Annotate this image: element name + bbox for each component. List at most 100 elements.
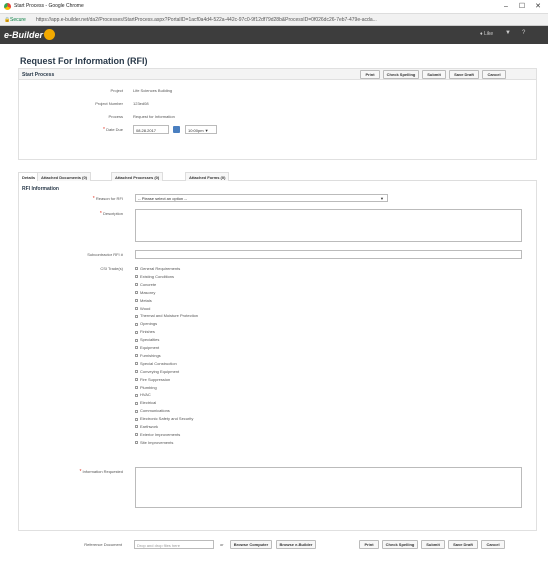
print-button-bottom[interactable]: Print [359,540,379,549]
lock-icon: 🔒 [4,17,11,23]
checkbox-icon[interactable] [135,322,138,326]
csi-trade-checkbox[interactable]: Electrical [135,400,156,405]
checkbox-icon[interactable] [135,433,138,437]
csi-trade-checkbox[interactable]: Plumbing [135,385,157,390]
csi-trade-checkbox[interactable]: Openings [135,321,157,326]
csi-trade-checkbox[interactable]: Fire Suppression [135,377,170,382]
csi-trade-checkbox[interactable]: Specialties [135,337,159,342]
url-text[interactable]: https://app.e-builder.net/da2/Processes/… [36,17,536,23]
chevron-down-icon: ▼ [380,196,384,201]
csi-trade-checkbox[interactable]: Furnishings [135,353,161,358]
browse-ebuilder-button[interactable]: Browse e-Builder [276,540,316,549]
checkbox-icon[interactable] [135,338,138,342]
csi-trade-checkbox[interactable]: Thermal and Moisture Protection [135,313,198,318]
save-draft-button[interactable]: Save Draft [449,70,479,79]
checkbox-icon[interactable] [135,417,138,421]
process-value: Request for Information [133,114,175,119]
subcontractor-input[interactable] [135,250,522,259]
tab-details[interactable]: Details [18,172,40,181]
checkbox-icon[interactable] [135,330,138,334]
drop-zone[interactable]: Drop and drop files here [134,540,214,549]
cancel-button-bottom[interactable]: Cancel [481,540,505,549]
help-icon[interactable]: ? [522,30,525,36]
csi-trade-checkbox[interactable]: Special Construction [135,361,177,366]
checkbox-icon[interactable] [135,346,138,350]
check-spelling-button[interactable]: Check Spelling [383,70,419,79]
app-logo[interactable]: e-Builder [4,30,43,40]
checkbox-icon[interactable] [135,314,138,318]
save-draft-button-bottom[interactable]: Save Draft [448,540,478,549]
csi-trade-checkbox[interactable]: Equipment [135,345,159,350]
csi-trade-checkbox[interactable]: Electronic Safety and Security [135,416,193,421]
info-requested-label: * Information Requested [49,469,123,475]
csi-trade-checkbox[interactable]: Earthwork [135,424,158,429]
like-button[interactable]: ♦ Like [480,31,493,37]
checkbox-icon[interactable] [135,378,138,382]
checkbox-icon[interactable] [135,362,138,366]
checkbox-icon[interactable] [135,401,138,405]
reason-select-value: -- Please select an option -- [138,196,187,201]
csi-trade-checkbox[interactable]: Existing Conditions [135,274,174,279]
csi-trade-checkbox[interactable]: Masonry [135,290,155,295]
page-content: Request For Information (RFI) Start Proc… [16,52,539,556]
rfi-title: RFI Information [22,186,59,192]
csi-label: CSI Trade(s) [100,266,123,271]
print-button[interactable]: Print [360,70,380,79]
csi-trade-checkbox[interactable]: Communications [135,408,170,413]
date-due-input[interactable]: 08.28.2017 [133,125,169,134]
checkbox-icon[interactable] [135,267,138,271]
checkbox-icon[interactable] [135,385,138,389]
csi-trade-checkbox[interactable]: Finishes [135,329,155,334]
reason-label: * Reason for RFI [49,196,123,202]
checkbox-icon[interactable] [135,441,138,445]
submit-button-bottom[interactable]: Submit [421,540,445,549]
csi-trade-label: Masonry [140,289,156,295]
checkbox-icon[interactable] [135,299,138,303]
csi-trade-checkbox[interactable]: General Requirements [135,266,180,271]
checkbox-icon[interactable] [135,409,138,413]
reason-label-text: Reason for RFI [95,196,123,201]
page-title: Request For Information (RFI) [20,56,148,66]
filter-icon[interactable]: ▼ [505,30,511,36]
logo-icon [44,29,55,40]
close-button[interactable]: ✕ [532,2,544,11]
csi-trade-label: Electrical [140,400,157,406]
csi-trade-checkbox[interactable]: Conveying Equipment [135,369,179,374]
checkbox-icon[interactable] [135,354,138,358]
required-marker: * [99,211,102,217]
checkbox-icon[interactable] [135,370,138,374]
csi-trade-label: Metals [140,297,152,303]
browse-computer-button[interactable]: Browse Computer [230,540,272,549]
info-requested-label-text: Information Requested [82,469,123,474]
checkbox-icon[interactable] [135,306,138,310]
csi-trade-checkbox[interactable]: Exterior Improvements [135,432,180,437]
checkbox-icon[interactable] [135,291,138,295]
tab-attached-documents[interactable]: Attached Documents (0) [37,172,92,181]
tab-attached-forms[interactable]: Attached Forms (0) [185,172,230,181]
time-select[interactable]: 10:00pm ▼ [185,125,217,134]
address-bar[interactable]: 🔒 Secure https://app.e-builder.net/da2/P… [0,14,548,26]
minimize-button[interactable]: – [500,2,512,11]
csi-trade-checkbox[interactable]: Concrete [135,282,156,287]
csi-trade-checkbox[interactable]: Site Improvements [135,440,173,445]
check-spelling-button-bottom[interactable]: Check Spelling [382,540,418,549]
description-textarea[interactable] [135,209,522,242]
checkbox-icon[interactable] [135,283,138,287]
maximize-button[interactable]: ☐ [516,2,528,11]
cancel-button[interactable]: Cancel [482,70,506,79]
submit-button[interactable]: Submit [422,70,446,79]
checkbox-icon[interactable] [135,425,138,429]
csi-trade-label: Concrete [140,281,157,287]
checkbox-icon[interactable] [135,393,138,397]
checkbox-icon[interactable] [135,275,138,279]
csi-trade-checkbox[interactable]: HVAC [135,392,151,397]
calendar-icon[interactable] [173,126,180,133]
tab-attached-processes[interactable]: Attached Processes (0) [111,172,164,181]
info-requested-textarea[interactable] [135,467,522,508]
csi-trade-label: Existing Conditions [140,273,175,279]
csi-trade-checkbox[interactable]: Wood [135,306,150,311]
reason-select[interactable]: -- Please select an option -- ▼ [135,194,388,202]
csi-trade-checkbox[interactable]: Metals [135,298,152,303]
tab-bar: Details Attached Documents (0) Attached … [18,172,537,181]
required-marker: * [79,469,82,475]
